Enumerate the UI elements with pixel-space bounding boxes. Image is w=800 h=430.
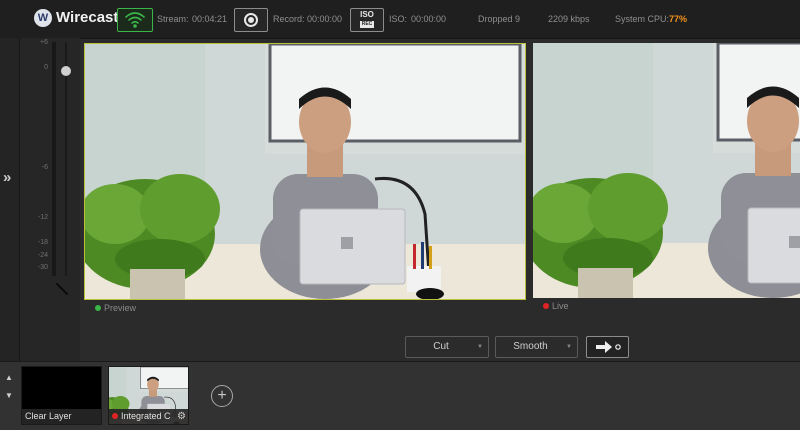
stream-button[interactable] xyxy=(117,8,153,32)
smooth-transition-dropdown[interactable]: Smooth ▼ xyxy=(495,336,578,358)
preview-status-dot xyxy=(95,305,101,311)
iso-time: 00:00:00 xyxy=(411,14,447,24)
preview-monitor[interactable] xyxy=(84,43,526,300)
record-label: Record: xyxy=(273,14,305,24)
dropped-frames: Dropped 9 xyxy=(478,14,521,24)
chevron-down-icon: ▼ xyxy=(566,344,572,350)
arrow-up-icon[interactable]: ▲ xyxy=(5,373,13,382)
wirecast-logo: W xyxy=(34,9,52,27)
add-shot-icon[interactable]: + xyxy=(211,385,233,407)
iso-record-button[interactable]: ISO REC xyxy=(350,8,384,32)
preview-video xyxy=(85,44,525,299)
cpu-value: 77% xyxy=(669,14,688,24)
stream-label: Stream: xyxy=(157,14,189,24)
wifi-stream-icon xyxy=(125,12,145,28)
meter-label: -24 xyxy=(37,252,48,259)
cut-transition-dropdown[interactable]: Cut ▼ xyxy=(405,336,489,358)
live-video xyxy=(533,43,800,298)
meter-label: +6 xyxy=(40,39,48,46)
volume-fader-track[interactable] xyxy=(65,42,67,276)
go-button[interactable] xyxy=(586,336,629,358)
live-label: Live xyxy=(552,301,569,311)
bitrate: 2209 kbps xyxy=(548,14,590,24)
iso-rec-sublabel: REC xyxy=(360,21,374,28)
arrow-down-icon[interactable]: ▼ xyxy=(5,391,13,400)
meter-label: -18 xyxy=(37,239,48,246)
chevron-down-icon: ▼ xyxy=(477,344,483,350)
shot-bar: ▲ ▼ Clear Layer Integrated C ⚙ + xyxy=(0,362,800,430)
stream-time: 00:04:21 xyxy=(192,14,228,24)
cut-label: Cut xyxy=(433,341,449,352)
arrow-right-icon xyxy=(596,341,621,353)
shot-label: Clear Layer xyxy=(22,409,101,424)
live-indicator-dot xyxy=(112,412,118,419)
iso-rec-icon: ISO xyxy=(360,10,374,19)
resize-handle-icon[interactable] xyxy=(55,282,69,296)
meter-label: -6 xyxy=(41,164,48,171)
shot-label: Integrated C xyxy=(121,411,171,421)
audio-level-bar xyxy=(52,42,56,276)
volume-fader-knob[interactable] xyxy=(61,66,71,76)
top-toolbar: W Wirecast Stream: 00:04:21 Record: 00:0… xyxy=(0,0,800,39)
record-dot xyxy=(248,17,254,23)
meter-label: 0 xyxy=(44,64,48,71)
iso-label: ISO: xyxy=(389,14,408,24)
left-collapse-strip[interactable]: » xyxy=(0,38,20,361)
shot-clear-layer[interactable]: Clear Layer xyxy=(21,366,102,425)
audio-meter: +6 0 -6 -12 -18 -24 -30 xyxy=(20,38,80,361)
meter-label: -12 xyxy=(37,214,48,221)
record-time: 00:00:00 xyxy=(307,14,343,24)
preview-label: Preview xyxy=(104,303,137,313)
record-button[interactable] xyxy=(234,8,268,32)
app-title: Wirecast xyxy=(56,9,119,26)
meter-label: -30 xyxy=(37,264,48,271)
collapse-chevron-icon[interactable]: » xyxy=(3,169,11,186)
smooth-label: Smooth xyxy=(513,341,548,352)
live-monitor[interactable] xyxy=(533,43,800,298)
shot-integrated-camera[interactable]: Integrated C ⚙ xyxy=(108,366,189,425)
live-status-dot xyxy=(543,303,549,309)
gear-icon[interactable]: ⚙ xyxy=(177,411,186,422)
cpu-label: System CPU: xyxy=(615,14,670,24)
